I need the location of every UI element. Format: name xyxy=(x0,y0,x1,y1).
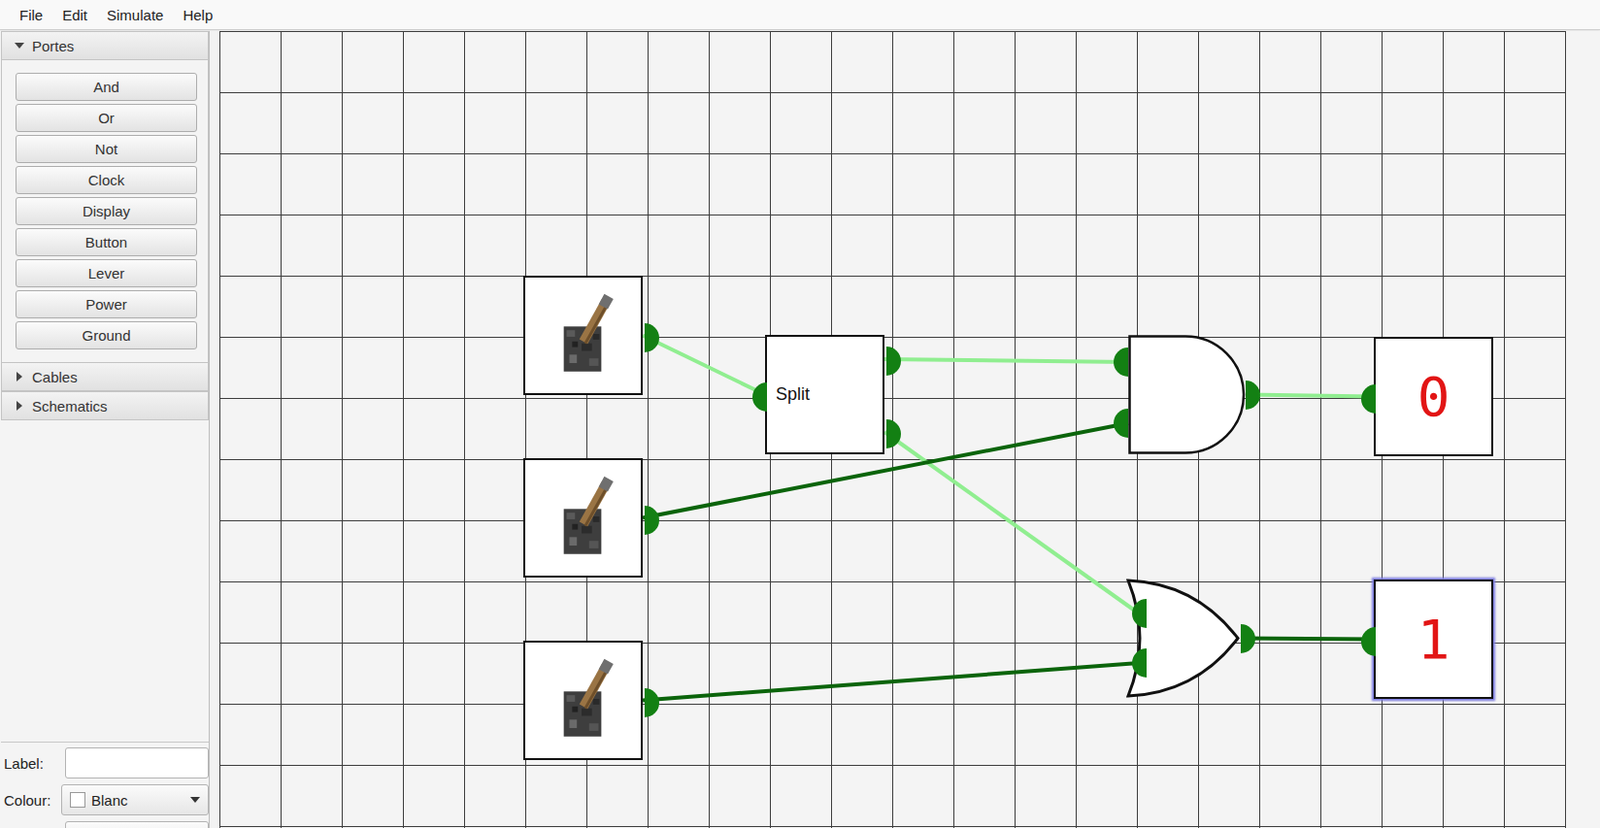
section-header[interactable]: Portes xyxy=(1,31,208,61)
app-window: FileEditSimulateHelpPortesAndOrNotClockD… xyxy=(0,0,1600,828)
gate-button[interactable]: Ground xyxy=(15,321,198,350)
menu-item[interactable]: Help xyxy=(172,6,223,24)
out-pin[interactable] xyxy=(644,505,660,535)
label-input[interactable] xyxy=(65,747,209,779)
menu-item[interactable]: Simulate xyxy=(97,6,173,24)
lever-component[interactable] xyxy=(523,640,643,761)
colour-row: Colour: Blanc xyxy=(3,784,209,816)
lever-icon xyxy=(525,642,641,759)
label-row: Label: xyxy=(3,747,209,779)
dropdown-arrow-icon xyxy=(190,797,200,803)
expand-arrow-icon xyxy=(14,400,25,411)
wire[interactable] xyxy=(642,423,1129,519)
wire[interactable] xyxy=(884,432,1139,614)
in-pin[interactable] xyxy=(752,382,767,412)
or-component[interactable] xyxy=(1126,578,1241,699)
out-pin[interactable] xyxy=(644,688,660,718)
split-label: Split xyxy=(775,384,810,405)
out-pin[interactable] xyxy=(1240,624,1256,654)
wire[interactable] xyxy=(1240,638,1374,640)
colour-swatch xyxy=(69,792,86,808)
lever-component[interactable] xyxy=(523,458,643,578)
in-pin[interactable] xyxy=(1361,384,1376,414)
display-component[interactable]: 1 xyxy=(1373,579,1494,700)
splitter[interactable] xyxy=(209,31,220,828)
wire[interactable] xyxy=(642,335,766,396)
accordion-section: Schematics xyxy=(0,391,209,421)
canvas[interactable]: Split 0 1 xyxy=(219,31,1600,828)
section-body: AndOrNotClockDisplayButtonLeverPowerGrou… xyxy=(1,60,208,363)
display-component[interactable]: 0 xyxy=(1373,336,1494,457)
gate-button[interactable]: And xyxy=(15,72,198,101)
gate-button[interactable]: Display xyxy=(15,197,198,226)
expand-arrow-icon xyxy=(14,40,25,51)
label-caption: Label: xyxy=(3,755,44,772)
out-pin[interactable] xyxy=(886,346,901,376)
gate-button[interactable]: Or xyxy=(15,103,198,133)
or-gate-icon xyxy=(1126,578,1241,699)
lever-icon xyxy=(525,460,641,576)
and-component[interactable] xyxy=(1128,334,1246,455)
gate-button[interactable]: Button xyxy=(15,228,198,257)
expand-arrow-icon xyxy=(14,371,25,382)
section-header[interactable]: Cables xyxy=(1,362,208,392)
accordion-section: PortesAndOrNotClockDisplayButtonLeverPow… xyxy=(0,31,209,363)
menu-item[interactable]: File xyxy=(9,6,53,24)
display-value: 1 xyxy=(1417,612,1451,667)
out-pin[interactable] xyxy=(1245,380,1261,410)
and-gate-icon xyxy=(1128,334,1246,455)
gate-button[interactable]: Lever xyxy=(15,259,198,288)
wire[interactable] xyxy=(884,359,1129,363)
colour-dropdown[interactable]: Blanc xyxy=(61,784,209,816)
gate-button[interactable]: Clock xyxy=(15,166,198,195)
in-pin[interactable] xyxy=(1113,347,1129,377)
in-pin[interactable] xyxy=(1113,408,1129,438)
out-pin[interactable] xyxy=(644,323,660,353)
split-component[interactable]: Split xyxy=(765,334,885,455)
display-value: 0 xyxy=(1417,369,1451,425)
menu-bar: FileEditSimulateHelp xyxy=(0,0,1600,31)
grid: Split 0 1 xyxy=(219,31,1567,828)
section-header[interactable]: Schematics xyxy=(1,391,208,421)
wire[interactable] xyxy=(642,663,1139,701)
gate-button[interactable]: Power xyxy=(15,290,198,319)
sidebar: PortesAndOrNotClockDisplayButtonLeverPow… xyxy=(0,31,210,828)
colour-caption: Colour: xyxy=(3,792,51,809)
lever-icon xyxy=(525,277,641,394)
wire[interactable] xyxy=(1245,395,1374,398)
accordion-section: Cables xyxy=(0,362,209,392)
extra-row xyxy=(3,821,209,828)
menu-item[interactable]: Edit xyxy=(52,6,98,24)
properties-panel: Label: Colour: Blanc xyxy=(0,741,209,828)
gate-button[interactable]: Not xyxy=(15,134,198,164)
in-pin[interactable] xyxy=(1361,627,1376,657)
lever-component[interactable] xyxy=(523,275,643,396)
property-field[interactable] xyxy=(65,821,209,828)
